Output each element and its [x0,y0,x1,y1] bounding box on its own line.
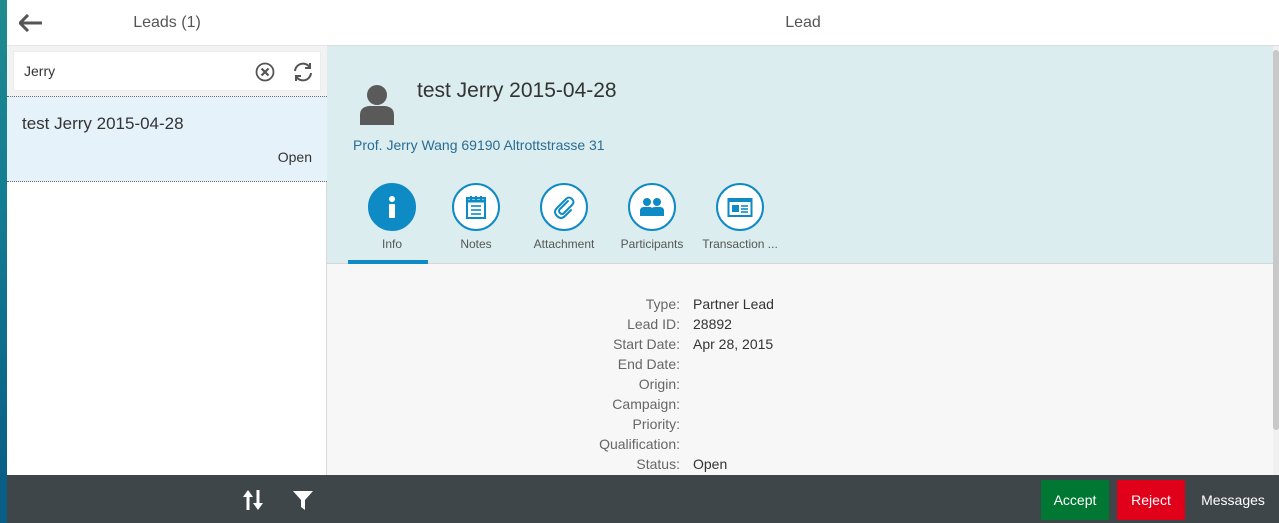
field-label: Lead ID: [627,316,680,332]
field-value: Apr 28, 2015 [693,336,774,352]
reject-button[interactable]: Reject [1117,480,1185,520]
info-icon [389,196,395,218]
filter-icon [293,491,313,510]
field-label: Priority: [632,416,680,432]
object-title: test Jerry 2015-04-28 [417,79,617,102]
person-icon [360,85,394,125]
field-label: End Date: [617,356,680,372]
tab-participants[interactable]: Participants [608,182,696,264]
contact-card-icon [727,198,753,217]
form-row-type: Type: Partner Lead [327,296,1273,316]
form-row-start-date: Start Date: Apr 28, 2015 [327,336,1273,356]
form-row-origin: Origin: [327,376,1273,396]
form-row-qualification: Qualification: [327,436,1273,456]
field-value: Partner Lead [693,296,774,312]
form-row-priority: Priority: [327,416,1273,436]
search-input[interactable] [14,52,252,90]
search-box [13,51,321,91]
filter-button[interactable] [290,487,316,513]
tab-label: Info [381,237,402,251]
field-label: Qualification: [599,436,680,452]
master-header: Leads (1) [7,0,327,46]
form-row-lead-id: Lead ID: 28892 [327,316,1273,336]
field-label: Campaign: [612,396,680,412]
detail-panel: Lead test Jerry 2015-04-28 Prof. Jerry W… [327,0,1279,475]
tab-label: Attachment [533,237,595,251]
tab-label: Participants [620,237,684,251]
back-button[interactable] [17,9,45,37]
notes-icon [466,196,486,219]
accept-button[interactable]: Accept [1041,480,1109,520]
list-item[interactable]: test Jerry 2015-04-28 Open [7,96,327,182]
paperclip-icon [554,196,575,219]
clear-search-button[interactable] [254,61,276,83]
tab-attachment[interactable]: Attachment [520,182,608,264]
form-row-end-date: End Date: [327,356,1273,376]
tab-notes[interactable]: Notes [432,182,520,264]
master-title: Leads (1) [133,14,201,31]
master-panel: Leads (1) test Jerry 201 [7,0,327,475]
refresh-button[interactable] [291,60,315,84]
field-label: Type: [645,296,680,312]
field-value: 28892 [693,316,732,332]
left-accent-strip [0,0,7,475]
form-row-campaign: Campaign: [327,396,1273,416]
object-attribute: Prof. Jerry Wang 69190 Altrottstrasse 31 [353,137,605,153]
field-label: Start Date: [613,336,680,352]
form-row-status: Status: Open [327,456,1273,476]
sort-icon [243,490,263,510]
detail-title: Lead [327,0,1279,46]
footer-toolbar: Accept Reject Messages [7,475,1279,523]
field-label: Status: [636,456,680,472]
scrollbar-thumb[interactable] [1273,50,1279,430]
info-form: Type: Partner Lead Lead ID: 28892 Start … [327,264,1273,475]
tab-label: Notes [460,237,492,251]
field-value: Open [693,456,728,472]
tab-label: Transaction ... [702,237,778,251]
field-label: Origin: [638,376,680,392]
clear-circle-icon [255,62,275,82]
search-bar [7,46,327,96]
tab-transaction[interactable]: Transaction ... [696,182,784,264]
sort-button[interactable] [240,487,266,513]
object-header: test Jerry 2015-04-28 Prof. Jerry Wang 6… [327,46,1279,264]
messages-button[interactable]: Messages [1193,480,1273,520]
footer-accent [0,475,7,523]
group-icon [640,198,664,216]
tab-info[interactable]: Info [348,182,436,264]
arrow-left-icon [19,14,42,32]
refresh-icon [294,62,312,82]
list-item-title: test Jerry 2015-04-28 [22,114,184,133]
list-item-status: Open [277,149,312,165]
